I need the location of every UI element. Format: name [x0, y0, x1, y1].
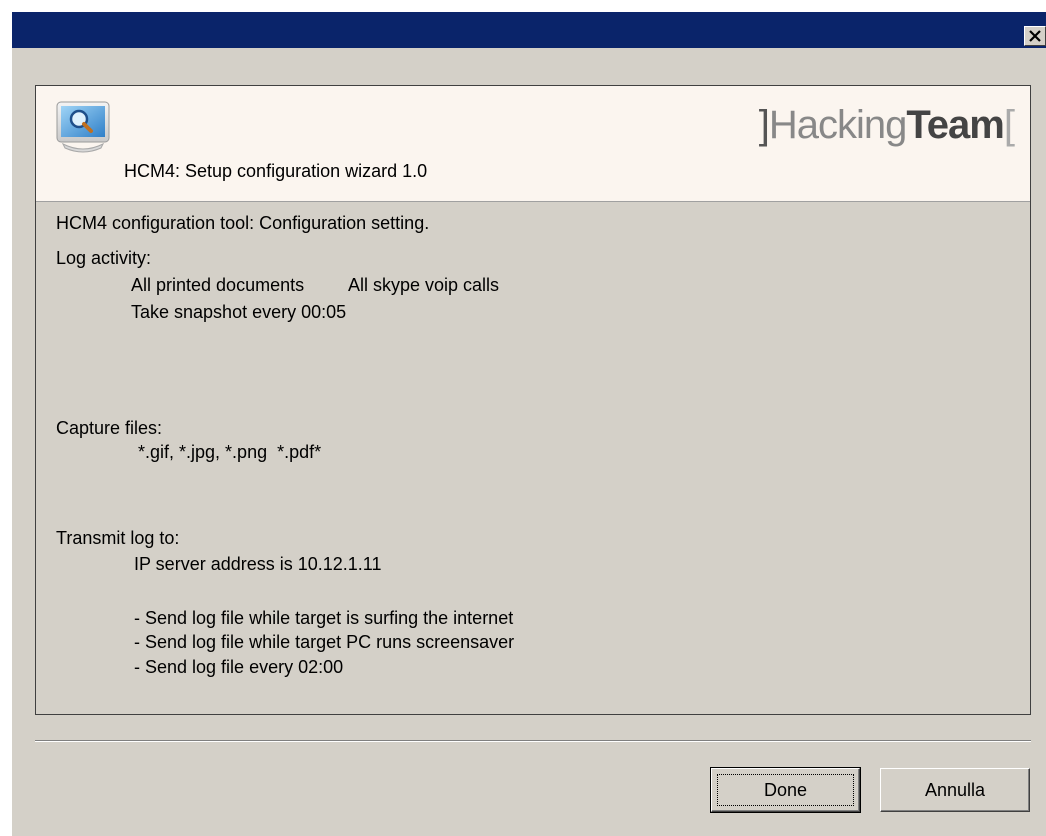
brand-hacking: Hacking: [768, 103, 908, 147]
capture-files-label: Capture files:: [56, 418, 163, 438]
log-item-skype: All skype voip calls: [348, 275, 500, 295]
transmit-label: Transmit log to:: [56, 528, 180, 548]
log-activity-label: Log activity:: [56, 248, 152, 268]
intro-text: HCM4 configuration tool: Configuration s…: [56, 213, 430, 233]
focus-rectangle: [717, 774, 854, 806]
window-left-edge: [0, 48, 12, 836]
transmit-rule-3: - Send log file every 02:00: [134, 657, 344, 677]
monitor-magnifier-icon: [53, 100, 115, 156]
capture-files-value: *.gif, *.jpg, *.png *.pdf*: [138, 442, 322, 462]
done-button[interactable]: Done: [710, 767, 861, 813]
log-item-printed: All printed documents: [131, 275, 305, 295]
close-button[interactable]: [1024, 26, 1046, 46]
transmit-rule-1: - Send log file while target is surfing …: [134, 608, 514, 628]
brand-logo: ]HackingTeam[: [758, 102, 1015, 148]
brand-bracket-close: [: [1003, 103, 1015, 147]
brand-team: Team: [906, 103, 1005, 147]
wizard-panel: ]HackingTeam[ HCM4: Setup configuration …: [35, 85, 1031, 715]
brand-bracket-open: ]: [758, 103, 770, 147]
button-separator: [35, 740, 1031, 742]
close-icon: [1029, 30, 1041, 42]
cancel-button[interactable]: Annulla: [880, 768, 1030, 812]
title-bar-fill[interactable]: [12, 12, 1046, 48]
wizard-title: HCM4: Setup configuration wizard 1.0: [124, 161, 428, 181]
wizard-header: ]HackingTeam[ HCM4: Setup configuration …: [36, 86, 1030, 202]
log-item-snapshot: Take snapshot every 00:05: [131, 302, 347, 322]
transmit-ip: IP server address is 10.12.1.11: [134, 554, 382, 574]
cancel-label: Annulla: [924, 779, 986, 800]
transmit-rule-2: - Send log file while target PC runs scr…: [134, 632, 515, 652]
title-bar: [0, 0, 1046, 48]
